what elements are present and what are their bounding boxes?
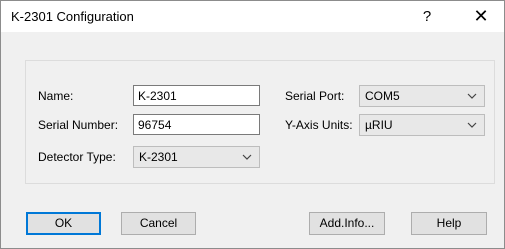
help-icon[interactable]: ? bbox=[405, 1, 449, 32]
name-label: Name: bbox=[38, 89, 74, 103]
configuration-dialog: K-2301 Configuration ? ✕ Name: Serial Nu… bbox=[0, 0, 505, 249]
serial-port-select[interactable]: COM5 bbox=[359, 85, 485, 107]
title-bar[interactable]: K-2301 Configuration ? ✕ bbox=[1, 1, 504, 32]
serial-port-value: COM5 bbox=[365, 89, 400, 103]
name-input[interactable] bbox=[133, 85, 260, 106]
ok-button[interactable]: OK bbox=[26, 212, 101, 235]
chevron-down-icon bbox=[467, 93, 477, 99]
add-info-button[interactable]: Add.Info... bbox=[309, 212, 385, 235]
close-icon[interactable]: ✕ bbox=[459, 1, 503, 32]
serial-number-label: Serial Number: bbox=[38, 118, 119, 132]
chevron-down-icon bbox=[242, 154, 252, 160]
cancel-button[interactable]: Cancel bbox=[121, 212, 196, 235]
serial-port-label: Serial Port: bbox=[285, 89, 345, 103]
serial-number-input[interactable] bbox=[133, 114, 260, 135]
y-axis-units-value: µRIU bbox=[365, 118, 393, 132]
help-button[interactable]: Help bbox=[411, 212, 487, 235]
window-title: K-2301 Configuration bbox=[11, 9, 134, 24]
y-axis-units-select[interactable]: µRIU bbox=[359, 114, 485, 136]
chevron-down-icon bbox=[467, 122, 477, 128]
detector-type-value: K-2301 bbox=[139, 150, 178, 164]
y-axis-units-label: Y-Axis Units: bbox=[285, 118, 353, 132]
detector-type-label: Detector Type: bbox=[38, 150, 116, 164]
detector-type-select[interactable]: K-2301 bbox=[133, 146, 260, 168]
